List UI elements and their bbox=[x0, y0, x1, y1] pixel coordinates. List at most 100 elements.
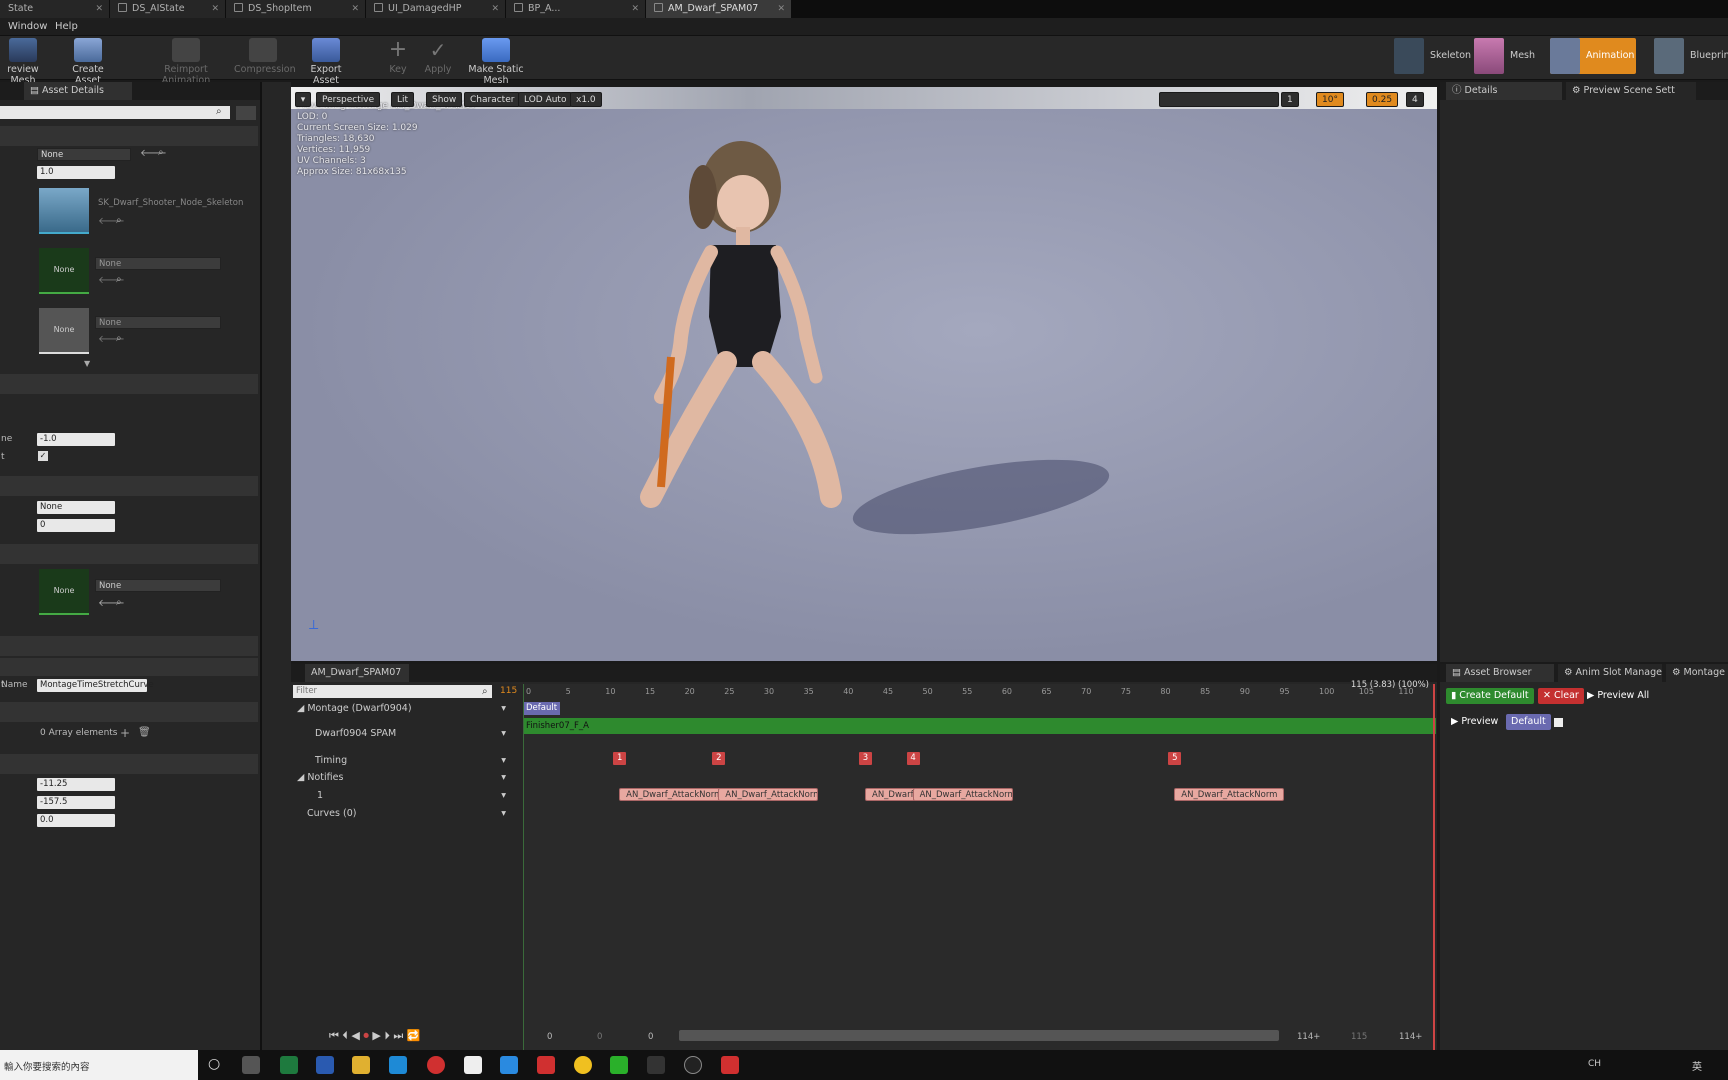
track-dropdown-icon[interactable]: ▾ bbox=[501, 769, 506, 787]
track-curves[interactable]: Curves (0) ▾ bbox=[291, 805, 516, 823]
notify-event[interactable]: AN_Dwarf_AttackNorm bbox=[619, 788, 730, 801]
skip-start-icon[interactable]: ⏮ bbox=[329, 1029, 339, 1042]
category-header[interactable] bbox=[0, 544, 258, 564]
close-icon[interactable]: ✕ bbox=[95, 0, 103, 18]
y-field[interactable]: -157.5 bbox=[37, 796, 115, 809]
export-asset-button[interactable]: Export Asset bbox=[298, 38, 354, 86]
perspective-button[interactable]: Perspective bbox=[316, 92, 381, 107]
transform-tools[interactable] bbox=[1159, 92, 1279, 107]
loop-icon[interactable]: 🔁 bbox=[407, 1029, 421, 1042]
lod-auto-button[interactable]: LOD Auto bbox=[518, 92, 573, 107]
preview-all-button[interactable]: ▶ Preview All bbox=[1582, 688, 1654, 704]
lit-button[interactable]: Lit bbox=[391, 92, 415, 107]
app-icon[interactable] bbox=[537, 1056, 555, 1074]
tab-asset-browser[interactable]: ▤ Asset Browser bbox=[1446, 664, 1554, 682]
tab-am-dwarf[interactable]: AM_Dwarf_SPAM07 ✕ bbox=[646, 0, 792, 18]
mode-blueprint-button[interactable]: Blueprint bbox=[1654, 38, 1728, 74]
input-language[interactable]: CH bbox=[1588, 1059, 1601, 1069]
step-forward-icon[interactable]: ⏵ bbox=[384, 1029, 390, 1042]
skeleton-thumbnail[interactable] bbox=[39, 188, 89, 234]
add-icon[interactable]: + bbox=[120, 726, 130, 740]
track-montage[interactable]: ◢ Montage (Dwarf0904) ▾ bbox=[291, 700, 516, 718]
category-header[interactable] bbox=[0, 636, 258, 656]
netease-icon[interactable] bbox=[427, 1056, 445, 1074]
taskbar-search-box[interactable]: 輸入你要搜索的內容 bbox=[0, 1050, 198, 1080]
montage-segment[interactable]: Finisher07_F_A bbox=[524, 718, 1436, 734]
preview-button[interactable]: ▶ Preview bbox=[1446, 714, 1503, 730]
play-reverse-icon[interactable]: ◀ bbox=[351, 1029, 359, 1042]
search-icon[interactable]: ⌕ bbox=[116, 333, 122, 344]
tab-montage-editor[interactable]: AM_Dwarf_SPAM07 bbox=[305, 664, 409, 682]
character-button[interactable]: Character bbox=[464, 92, 521, 107]
wechat-icon[interactable] bbox=[610, 1056, 628, 1074]
track-dropdown-icon[interactable]: ▾ bbox=[501, 700, 506, 718]
timing-marker[interactable]: 4 bbox=[906, 752, 920, 765]
mode-mesh-button[interactable]: Mesh bbox=[1474, 38, 1544, 74]
default-section[interactable]: Default bbox=[524, 702, 560, 715]
x-field[interactable]: -11.25 bbox=[37, 778, 115, 791]
excel-icon[interactable] bbox=[280, 1056, 298, 1074]
parent-asset-thumbnail[interactable]: None bbox=[39, 569, 89, 615]
category-header[interactable] bbox=[0, 126, 258, 146]
track-timing[interactable]: Timing ▾ bbox=[291, 752, 516, 770]
track-slot[interactable]: Dwarf0904 SPAM ▾ bbox=[291, 725, 516, 743]
close-icon[interactable]: ✕ bbox=[631, 0, 639, 18]
document-icon[interactable] bbox=[464, 1056, 482, 1074]
track-dropdown-icon[interactable]: ▾ bbox=[501, 752, 506, 770]
asset-combo[interactable]: None bbox=[95, 257, 221, 270]
app-icon[interactable] bbox=[574, 1056, 592, 1074]
file-explorer-icon[interactable] bbox=[352, 1056, 370, 1074]
menu-help[interactable]: Help bbox=[55, 18, 78, 36]
z-field[interactable]: 0.0 bbox=[37, 814, 115, 827]
ime-indicator[interactable]: 英 bbox=[1692, 1058, 1702, 1073]
category-header[interactable] bbox=[0, 658, 258, 676]
app-icon[interactable] bbox=[721, 1056, 739, 1074]
close-icon[interactable]: ✕ bbox=[491, 0, 499, 18]
category-header[interactable] bbox=[0, 476, 258, 496]
camera-speed-value[interactable]: 4 bbox=[1406, 92, 1424, 107]
category-header[interactable] bbox=[0, 754, 258, 774]
step-back-icon[interactable]: ⏴ bbox=[342, 1029, 348, 1042]
track-dropdown-icon[interactable]: ▾ bbox=[501, 787, 506, 805]
mode-skeleton-button[interactable]: Skeleton bbox=[1394, 38, 1471, 74]
default-section-button[interactable]: Default bbox=[1506, 714, 1551, 730]
time-area[interactable]: 0 5 10 15 20 25 30 35 40 45 50 55 60 65 70 75 80 85 90 95 10… bbox=[523, 680, 1436, 1067]
track-notify-1[interactable]: 1 ▾ bbox=[291, 787, 516, 805]
timeline-filter-input[interactable] bbox=[293, 685, 492, 698]
tab-asset-details[interactable]: ▤ Asset Details bbox=[24, 82, 132, 100]
compression-button[interactable]: Compression bbox=[234, 38, 296, 78]
track-dropdown-icon[interactable]: ▾ bbox=[501, 805, 506, 823]
search-icon[interactable]: ⌕ bbox=[116, 597, 122, 608]
track-dropdown-icon[interactable]: ▾ bbox=[501, 725, 506, 743]
close-icon[interactable]: ✕ bbox=[351, 0, 359, 18]
close-icon[interactable]: ✕ bbox=[211, 0, 219, 18]
close-icon[interactable]: ✕ bbox=[777, 0, 785, 18]
timing-marker[interactable]: 5 bbox=[1168, 752, 1182, 765]
task-view-icon[interactable] bbox=[242, 1056, 260, 1074]
unreal-engine-icon[interactable] bbox=[684, 1056, 702, 1074]
rotation-snap-value[interactable]: 10° bbox=[1316, 92, 1344, 107]
playback-speed-button[interactable]: x1.0 bbox=[570, 92, 602, 107]
create-asset-button[interactable]: Create Asset bbox=[60, 38, 116, 86]
search-icon[interactable]: ⌕ bbox=[116, 274, 122, 285]
notify-event[interactable]: AN_Dwarf_AttackNorm bbox=[1174, 788, 1285, 801]
cortana-icon[interactable]: ○ bbox=[208, 1056, 220, 1072]
tab-ui-damagedhp[interactable]: UI_DamagedHP ✕ bbox=[366, 0, 506, 18]
apply-button[interactable]: ✓ Apply bbox=[422, 38, 454, 78]
search-icon[interactable]: ⌕ bbox=[116, 215, 122, 226]
menu-window[interactable]: Window bbox=[8, 18, 47, 36]
asset-thumbnail[interactable]: None bbox=[39, 248, 89, 294]
tab-preview-scene-settings[interactable]: ⚙ Preview Scene Sett bbox=[1566, 82, 1696, 100]
search-input[interactable] bbox=[0, 106, 230, 119]
tab-anim-slot-manager[interactable]: ⚙ Anim Slot Manage bbox=[1558, 664, 1662, 682]
reimport-animation-button[interactable]: Reimport Animation bbox=[144, 38, 228, 86]
tab-bp[interactable]: BP_A... ✕ bbox=[506, 0, 646, 18]
record-icon[interactable]: ⏺ bbox=[363, 1029, 369, 1042]
create-default-button[interactable]: ▮ Create Default bbox=[1446, 688, 1534, 704]
clear-button[interactable]: ✕ Clear bbox=[1538, 688, 1584, 704]
category-header[interactable] bbox=[0, 702, 258, 722]
viewport[interactable]: Previewing Montage AM_Dwarf_SPAM07 LOD: … bbox=[291, 87, 1437, 661]
timeline-scrollbar[interactable] bbox=[679, 1030, 1279, 1041]
scale-snap-value[interactable]: 0.25 bbox=[1366, 92, 1399, 107]
word-icon[interactable] bbox=[316, 1056, 334, 1074]
